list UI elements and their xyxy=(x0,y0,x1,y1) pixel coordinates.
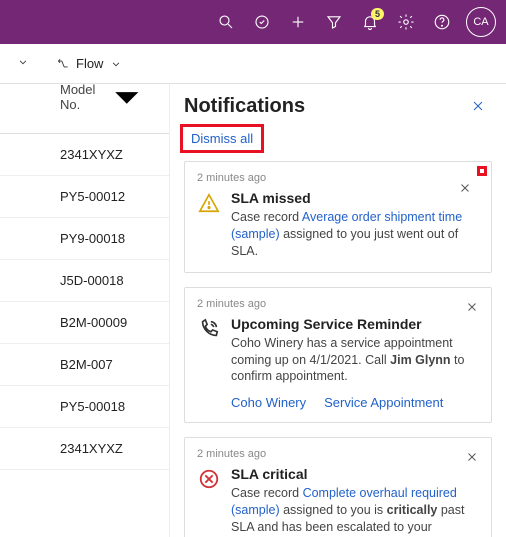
column-header-model-no[interactable]: Model No. xyxy=(0,61,169,134)
card-title: SLA critical xyxy=(231,466,479,482)
table-row[interactable]: PY5-00012 xyxy=(0,176,169,218)
bell-icon[interactable]: 5 xyxy=(354,6,386,38)
card-action-link[interactable]: Coho Winery xyxy=(231,395,306,410)
task-icon[interactable] xyxy=(246,6,278,38)
critical-icon xyxy=(197,466,221,537)
app-topbar: 5 CA xyxy=(0,0,506,44)
panel-title: Notifications xyxy=(184,95,464,118)
panel-close-button[interactable] xyxy=(464,92,492,120)
card-timestamp: 2 minutes ago xyxy=(197,298,479,310)
table-row[interactable]: PY5-00018 xyxy=(0,386,169,428)
user-avatar[interactable]: CA xyxy=(466,7,496,37)
table-row[interactable]: PY9-00018 xyxy=(0,218,169,260)
table-row[interactable]: B2M-007 xyxy=(0,344,169,386)
card-text: Case record Average order shipment time … xyxy=(231,209,479,260)
data-grid: Model No. 2341XYXZPY5-00012PY9-00018J5D-… xyxy=(0,84,170,537)
table-row[interactable]: 2341XYXZ xyxy=(0,134,169,176)
dismiss-all-link[interactable]: Dismiss all xyxy=(180,124,264,153)
notification-badge: 5 xyxy=(371,8,384,20)
card-close-button[interactable] xyxy=(454,177,476,199)
card-text: Coho Winery has a service appointment co… xyxy=(231,335,479,386)
card-action-link[interactable]: Service Appointment xyxy=(324,395,443,410)
chevron-down-icon xyxy=(99,69,155,125)
card-timestamp: 2 minutes ago xyxy=(197,448,479,460)
notification-card: 2 minutes ago Upcoming Service Reminder … xyxy=(184,287,492,424)
phone-icon xyxy=(197,316,221,386)
table-row[interactable]: B2M-00009 xyxy=(0,302,169,344)
card-timestamp: 2 minutes ago xyxy=(197,172,479,184)
table-row[interactable]: 2341XYXZ xyxy=(0,428,169,470)
card-title: SLA missed xyxy=(231,190,479,206)
add-icon[interactable] xyxy=(282,6,314,38)
table-row[interactable]: J5D-00018 xyxy=(0,260,169,302)
card-close-button[interactable] xyxy=(461,446,483,468)
avatar-initials: CA xyxy=(473,16,488,28)
notification-card: 2 minutes ago SLA missed Case record Ave… xyxy=(184,161,492,273)
filter-icon[interactable] xyxy=(318,6,350,38)
warning-icon xyxy=(197,190,221,260)
card-title: Upcoming Service Reminder xyxy=(231,316,479,332)
help-icon[interactable] xyxy=(426,6,458,38)
notification-card: 2 minutes ago SLA critical Case record C… xyxy=(184,437,492,537)
notifications-panel: Notifications Dismiss all 2 minutes ago … xyxy=(170,84,506,537)
card-close-button[interactable] xyxy=(461,296,483,318)
search-icon[interactable] xyxy=(210,6,242,38)
settings-icon[interactable] xyxy=(390,6,422,38)
card-text: Case record Complete overhaul required (… xyxy=(231,485,479,537)
